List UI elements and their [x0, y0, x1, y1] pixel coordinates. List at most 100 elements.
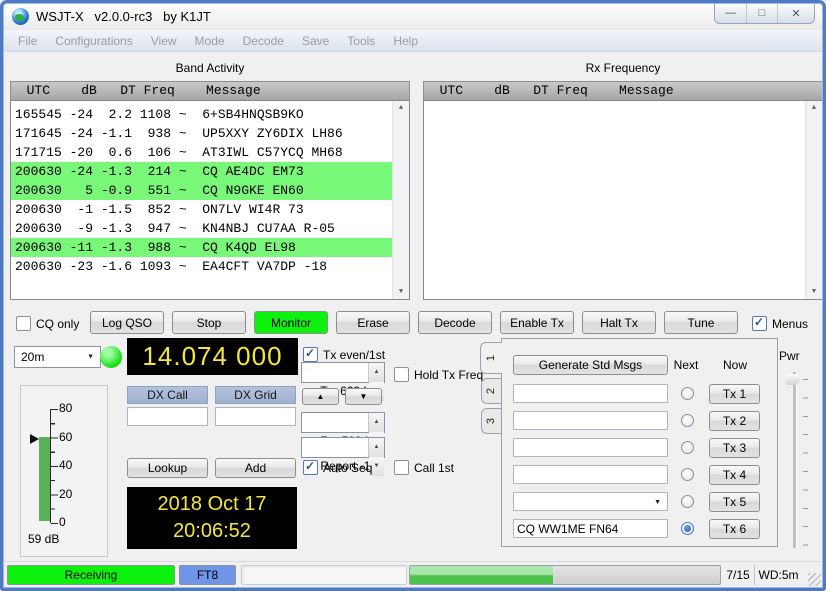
- dx-call-input[interactable]: [127, 407, 208, 426]
- tab-2[interactable]: 2: [481, 378, 501, 404]
- tx-even-checkbox[interactable]: [303, 347, 318, 362]
- status-watchdog: WD:5m: [754, 565, 802, 585]
- tune-button[interactable]: Tune: [664, 311, 738, 334]
- decode-row[interactable]: 165545 -24 2.2 1108 ~ 6+SB4HNQSB9KO: [11, 105, 392, 124]
- spinner-arrows[interactable]: ▲▼: [368, 438, 384, 457]
- tx-freq-up-button[interactable]: ▲: [302, 388, 339, 405]
- spin-up-icon: ▲: [369, 438, 384, 457]
- tx6-message-input[interactable]: [513, 519, 668, 538]
- tx4-message-input[interactable]: [513, 465, 668, 484]
- scroll-down-icon[interactable]: ▼: [393, 285, 409, 299]
- cq-only-checkbox[interactable]: [16, 316, 31, 331]
- tab-3[interactable]: 3: [481, 408, 501, 434]
- tx5-next-radio[interactable]: [681, 495, 694, 508]
- scroll-down-icon[interactable]: ▼: [806, 285, 822, 299]
- scroll-up-icon[interactable]: ▲: [806, 101, 822, 115]
- tx2-next-radio[interactable]: [681, 414, 694, 427]
- title-bar[interactable]: WSJT-X v2.0.0-rc3 by K1JT — □ ✕: [3, 3, 823, 30]
- tx6-next-radio[interactable]: [681, 522, 694, 535]
- rig-status-indicator: [100, 346, 122, 368]
- meter-value-label: 59 dB: [28, 532, 59, 546]
- menu-item-decode[interactable]: Decode: [234, 34, 293, 48]
- clock-date: 2018 Oct 17: [127, 491, 297, 518]
- tx4-next-radio[interactable]: [681, 468, 694, 481]
- tx-freq-down-button[interactable]: ▼: [345, 388, 382, 405]
- meter-tick-label: 0: [59, 515, 66, 529]
- tx3-button[interactable]: Tx 3: [709, 438, 760, 458]
- menu-item-file[interactable]: File: [9, 34, 46, 48]
- band-activity-rows: 165545 -24 2.2 1108 ~ 6+SB4HNQSB9KO 1716…: [11, 105, 392, 276]
- rx-frequency-list[interactable]: ▲ ▼: [423, 100, 823, 300]
- rx-frequency-spinner[interactable]: Rx 599 Hz ▲▼: [301, 412, 385, 433]
- pwr-slider-rail[interactable]: [793, 372, 797, 548]
- halt-tx-button[interactable]: Halt Tx: [582, 311, 656, 334]
- decode-row[interactable]: 200630 -1 -1.5 852 ~ ON7LV WI4R 73: [11, 200, 392, 219]
- status-mode: FT8: [179, 565, 236, 585]
- hold-tx-label: Hold Tx Freq: [414, 368, 483, 382]
- tx2-message-input[interactable]: [513, 411, 668, 430]
- minimize-button[interactable]: —: [715, 3, 746, 23]
- window-controls: — □ ✕: [714, 3, 815, 24]
- tx3-message-input[interactable]: [513, 438, 668, 457]
- decode-row[interactable]: 200630 5 -0.9 551 ~ CQ N9GKE EN60: [11, 181, 392, 200]
- call-1st-checkbox[interactable]: [394, 460, 409, 475]
- log-qso-button[interactable]: Log QSO: [90, 311, 164, 334]
- tx5-message-combo[interactable]: [513, 492, 668, 511]
- lookup-button[interactable]: Lookup: [127, 458, 208, 478]
- auto-seq-checkbox[interactable]: [303, 460, 318, 475]
- menu-item-mode[interactable]: Mode: [186, 34, 234, 48]
- decode-button[interactable]: Decode: [418, 311, 492, 334]
- tx1-button[interactable]: Tx 1: [709, 384, 760, 404]
- rx-frequency-scrollbar[interactable]: ▲ ▼: [805, 101, 822, 299]
- tx4-button[interactable]: Tx 4: [709, 465, 760, 485]
- tx2-button[interactable]: Tx 2: [709, 411, 760, 431]
- resize-grip-icon[interactable]: [808, 573, 821, 586]
- decode-row[interactable]: 200630 -24 -1.3 214 ~ CQ AE4DC EM73: [11, 162, 392, 181]
- menu-bar: File Configurations View Mode Decode Sav…: [3, 30, 823, 52]
- call-1st-checkbox-row: Call 1st: [394, 460, 454, 475]
- tx-even-label: Tx even/1st: [323, 348, 385, 362]
- monitor-button[interactable]: Monitor: [254, 311, 328, 334]
- maximize-button[interactable]: □: [746, 3, 777, 23]
- decode-row[interactable]: 200630 -9 -1.3 947 ~ KN4NBJ CU7AA R-05: [11, 219, 392, 238]
- tx6-button[interactable]: Tx 6: [709, 519, 760, 539]
- menu-item-tools[interactable]: Tools: [338, 34, 384, 48]
- tx-frequency-spinner[interactable]: Tx 669 Hz ▲▼: [301, 362, 385, 383]
- band-activity-header: UTC dB DT Freq Message: [10, 81, 410, 102]
- menu-item-save[interactable]: Save: [293, 34, 338, 48]
- dx-grid-input[interactable]: [215, 407, 296, 426]
- enable-tx-button[interactable]: Enable Tx: [500, 311, 574, 334]
- generate-std-msgs-button[interactable]: Generate Std Msgs: [513, 355, 668, 375]
- menu-item-help[interactable]: Help: [384, 34, 427, 48]
- decode-row[interactable]: 171645 -24 -1.1 938 ~ UP5XXY ZY6DIX LH86: [11, 124, 392, 143]
- add-button[interactable]: Add: [215, 458, 296, 478]
- menu-item-view[interactable]: View: [142, 34, 186, 48]
- pwr-slider-ticks: [803, 379, 808, 546]
- menus-label: Menus: [772, 317, 808, 331]
- stop-button[interactable]: Stop: [172, 311, 246, 334]
- band-select[interactable]: 20m: [14, 346, 101, 368]
- hold-tx-checkbox[interactable]: [394, 367, 409, 382]
- tx1-message-input[interactable]: [513, 384, 668, 403]
- decode-row[interactable]: 200630 -11 -1.3 988 ~ CQ K4QD EL98: [11, 238, 392, 257]
- tx1-next-radio[interactable]: [681, 387, 694, 400]
- report-spinner[interactable]: Report -15 ▲▼: [301, 437, 385, 458]
- decode-row[interactable]: 200630 -23 -1.6 1093 ~ EA4CFT VA7DP -18: [11, 257, 392, 276]
- pwr-slider-handle[interactable]: [786, 374, 803, 385]
- spinner-arrows[interactable]: ▲▼: [368, 363, 384, 382]
- cq-only-checkbox-row: CQ only: [16, 316, 79, 331]
- band-activity-list[interactable]: 165545 -24 2.2 1108 ~ 6+SB4HNQSB9KO 1716…: [10, 100, 410, 300]
- meter-tick-label: 80: [59, 401, 72, 415]
- tx3-next-radio[interactable]: [681, 441, 694, 454]
- close-button[interactable]: ✕: [777, 3, 814, 23]
- menu-item-configurations[interactable]: Configurations: [46, 34, 141, 48]
- scroll-up-icon[interactable]: ▲: [393, 101, 409, 115]
- tx5-button[interactable]: Tx 5: [709, 492, 760, 512]
- tab-1[interactable]: 1: [480, 342, 502, 374]
- rx-frequency-header: UTC dB DT Freq Message: [423, 81, 823, 102]
- spinner-arrows[interactable]: ▲▼: [368, 413, 384, 432]
- decode-row[interactable]: 171715 -20 0.6 106 ~ AT3IWL C57YCQ MH68: [11, 143, 392, 162]
- erase-button[interactable]: Erase: [336, 311, 410, 334]
- menus-checkbox[interactable]: [752, 316, 767, 331]
- band-activity-scrollbar[interactable]: ▲ ▼: [392, 101, 409, 299]
